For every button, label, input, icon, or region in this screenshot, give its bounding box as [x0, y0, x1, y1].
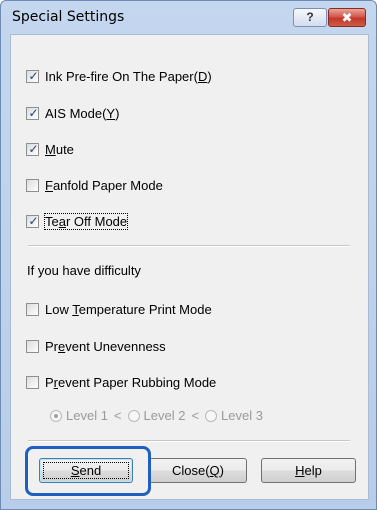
help-label: Help	[295, 463, 322, 478]
check-icon: ✓	[28, 213, 39, 228]
send-highlight-callout	[25, 446, 151, 496]
ais-mode-checkbox[interactable]: ✓	[26, 105, 39, 120]
level-1-radio[interactable]	[50, 409, 62, 422]
check-icon: ✓	[28, 105, 39, 120]
option-fanfold-paper[interactable]: Fanfold Paper Mode	[26, 176, 163, 194]
close-icon: ✖	[341, 10, 353, 25]
close-title-button[interactable]: ✖	[328, 8, 366, 27]
dialog-window: Special Settings ? ✖ ✓ Ink Pre-fire On T…	[0, 0, 377, 510]
window-title: Special Settings	[12, 9, 125, 25]
question-icon: ?	[306, 10, 314, 24]
option-mute[interactable]: ✓ Mute	[26, 140, 74, 158]
fanfold-paper-checkbox[interactable]	[26, 178, 39, 192]
option-low-temperature[interactable]: Low Temperature Print Mode	[26, 300, 212, 318]
level-3-radio[interactable]	[205, 409, 218, 422]
title-bar[interactable]: Special Settings ? ✖	[1, 1, 376, 33]
prevent-unevenness-label: Prevent Unevenness	[45, 338, 166, 354]
level-3-label: Level 3	[221, 408, 263, 423]
mute-checkbox[interactable]: ✓	[26, 141, 39, 156]
close-button[interactable]: Close(Q)	[149, 458, 247, 483]
close-label: Close(Q)	[171, 463, 225, 478]
low-temperature-checkbox[interactable]	[26, 302, 39, 316]
fanfold-paper-label: Fanfold Paper Mode	[45, 177, 163, 193]
help-title-button[interactable]: ?	[293, 8, 327, 27]
separator-bottom	[28, 440, 350, 442]
mute-label: Mute	[45, 141, 74, 157]
option-ink-prefire[interactable]: ✓ Ink Pre-fire On The Paper(D)	[26, 67, 212, 85]
check-icon: ✓	[28, 68, 39, 83]
check-icon: ✓	[28, 141, 39, 156]
level-2-radio[interactable]	[127, 409, 140, 422]
help-button[interactable]: Help	[261, 458, 356, 483]
ais-mode-label: AIS Mode(Y)	[45, 105, 120, 121]
option-prevent-unevenness[interactable]: Prevent Unevenness	[26, 337, 166, 355]
ink-prefire-checkbox[interactable]: ✓	[26, 68, 39, 83]
level-separator: <	[191, 408, 200, 423]
low-temperature-label: Low Temperature Print Mode	[45, 301, 212, 317]
level-2-label: Level 2	[143, 408, 186, 423]
prevent-rubbing-checkbox[interactable]	[26, 375, 39, 389]
level-separator: <	[113, 408, 122, 423]
option-tear-off[interactable]: ✓ Tear Off Mode	[26, 212, 129, 230]
tear-off-checkbox[interactable]: ✓	[26, 213, 39, 228]
rubbing-level-group: Level 1 < Level 2 < Level 3	[50, 408, 263, 423]
level-1-label: Level 1	[66, 408, 108, 423]
difficulty-heading: If you have difficulty	[27, 263, 141, 278]
prevent-unevenness-checkbox[interactable]	[26, 339, 39, 353]
option-prevent-rubbing[interactable]: Prevent Paper Rubbing Mode	[26, 373, 216, 391]
option-ais-mode[interactable]: ✓ AIS Mode(Y)	[26, 104, 119, 122]
separator-top	[28, 245, 350, 247]
tear-off-label: Tear Off Mode	[43, 212, 129, 230]
ink-prefire-label: Ink Pre-fire On The Paper(D)	[45, 68, 212, 84]
prevent-rubbing-label: Prevent Paper Rubbing Mode	[45, 374, 217, 390]
